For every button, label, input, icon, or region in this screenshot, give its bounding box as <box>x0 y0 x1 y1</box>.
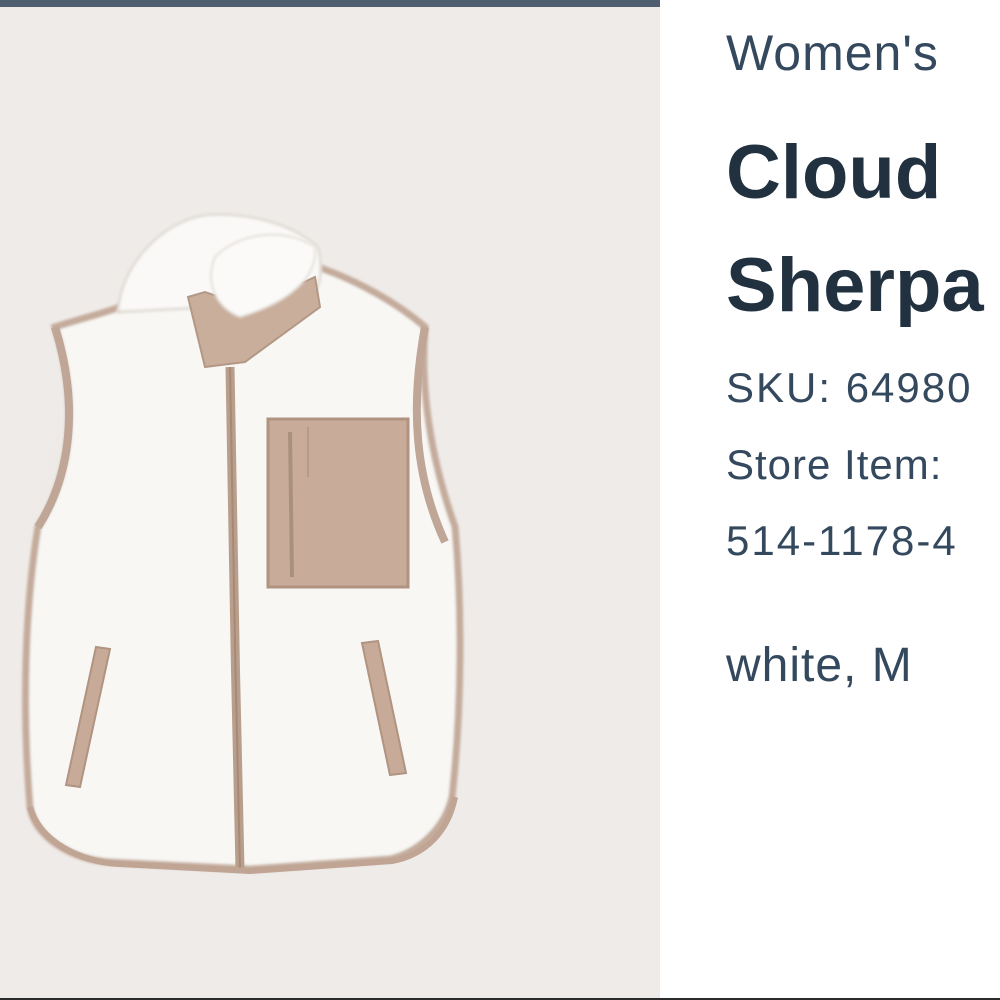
store-item-number: 514-1178-4 <box>726 517 958 564</box>
product-sku: SKU: 64980 <box>726 364 973 411</box>
sherpa-vest-icon <box>0 213 480 907</box>
product-detail-page: Women's Cloud Sherpa SKU: 64980 Store It… <box>0 0 1000 1000</box>
product-info-panel: Women's Cloud Sherpa SKU: 64980 Store It… <box>726 0 1000 1000</box>
product-title: Cloud Sherpa <box>726 130 984 328</box>
product-department: Women's <box>726 25 939 81</box>
header-bar <box>0 0 660 7</box>
product-image[interactable] <box>0 7 660 1000</box>
product-variant: white, M <box>726 639 913 692</box>
store-item-label: Store Item: <box>726 441 943 488</box>
